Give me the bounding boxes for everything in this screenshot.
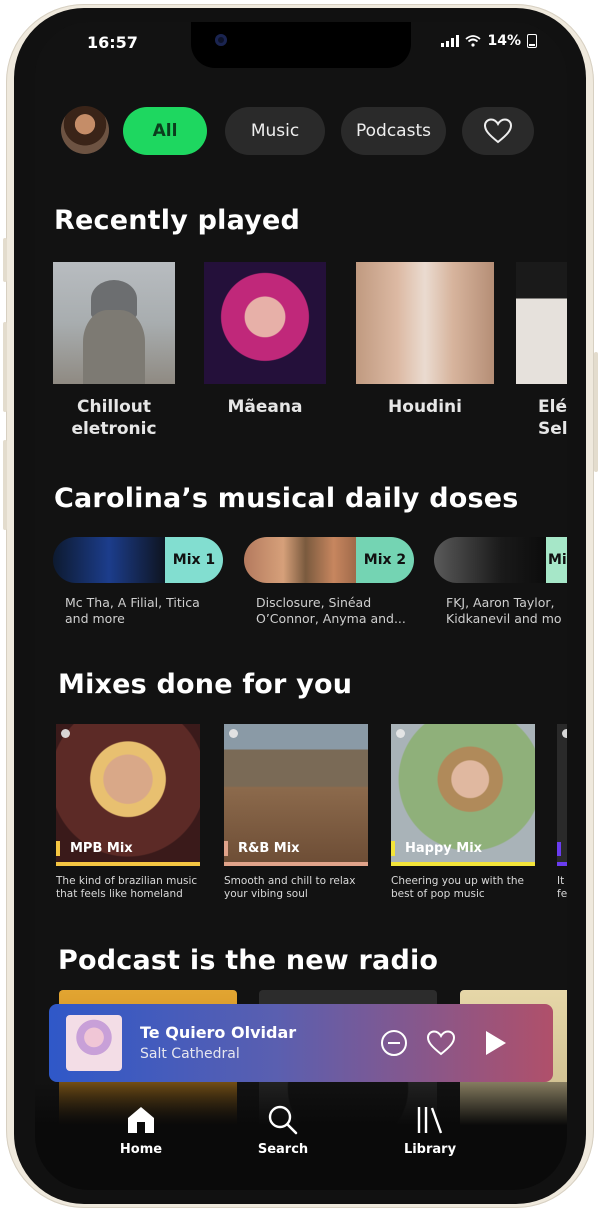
section-title-recently-played: Recently played (54, 205, 301, 236)
search-icon (268, 1105, 298, 1135)
dose-tag: Mix 2 (356, 537, 414, 583)
filter-chip-podcasts[interactable]: Podcasts (341, 107, 446, 155)
filter-chip-label: Podcasts (356, 121, 431, 141)
album-art (356, 262, 494, 384)
mix-art (557, 724, 567, 862)
play-icon (486, 1031, 506, 1055)
daily-dose-card[interactable]: Mi FKJ, Aaron Taylor, Kidkanevil and mo (434, 537, 567, 627)
mix-description: It fe (557, 875, 567, 900)
filter-chip-all[interactable]: All (123, 107, 207, 155)
section-title-mixes: Mixes done for you (58, 669, 353, 700)
recent-card-label: Mãeana (227, 397, 303, 417)
filter-chip-label: All (152, 121, 178, 141)
dose-photo (434, 537, 546, 583)
spotify-icon (61, 729, 70, 738)
library-icon (417, 1107, 443, 1134)
avatar[interactable] (61, 106, 109, 154)
side-button (3, 440, 7, 530)
dose-description: Mc Tha, A Filial, Titica and more (65, 595, 200, 626)
tab-label: Home (119, 1142, 163, 1157)
heart-icon (426, 1030, 456, 1056)
status-time: 16:57 (87, 33, 138, 52)
remove-button[interactable] (378, 1027, 410, 1059)
recent-card[interactable]: Houdini (356, 262, 494, 418)
tab-home[interactable]: Home (96, 1102, 186, 1157)
dose-photo (53, 537, 165, 583)
wifi-icon (465, 35, 482, 47)
tab-library[interactable]: Library (385, 1102, 475, 1157)
side-button (3, 238, 7, 282)
dose-description: Disclosure, Sinéad O’Connor, Anyma and..… (256, 595, 406, 626)
section-title-podcasts: Podcast is the new radio (58, 945, 439, 976)
battery-icon (527, 34, 537, 48)
daily-dose-card[interactable]: Mix 1 Mc Tha, A Filial, Titica and more (53, 537, 223, 627)
tab-label: Library (403, 1142, 457, 1157)
side-button (3, 322, 7, 412)
dose-description: FKJ, Aaron Taylor, Kidkanevil and mo (446, 595, 562, 626)
daily-dose-pill: Mix 2 (244, 537, 414, 583)
now-playing-art (66, 1015, 122, 1071)
mix-color-bar (391, 862, 535, 866)
album-art (53, 262, 175, 384)
spotify-icon (229, 729, 238, 738)
notch (191, 22, 411, 68)
daily-dose-pill: Mi (434, 537, 567, 583)
album-art (204, 262, 326, 384)
dose-tag: Mi (546, 537, 567, 583)
filter-chip-label: Music (250, 121, 300, 141)
like-button[interactable] (425, 1027, 457, 1059)
mix-color-bar (557, 862, 567, 866)
spotify-icon (396, 729, 405, 738)
mix-label: R&B Mix (224, 841, 300, 856)
dose-photo (244, 537, 356, 583)
recent-card-label: Elé Selv (538, 397, 567, 439)
spotify-icon (562, 729, 567, 738)
mix-art: MPB Mix (56, 724, 200, 862)
recent-card[interactable]: Chillout eletronic (53, 262, 175, 440)
side-button (594, 352, 598, 472)
mix-label: MPB Mix (56, 841, 133, 856)
home-icon (128, 1107, 154, 1133)
mix-color-bar (56, 862, 200, 866)
filter-bar (61, 106, 109, 154)
mix-card[interactable]: Happy Mix Cheering you up with the best … (391, 724, 535, 901)
mix-art: R&B Mix (224, 724, 368, 862)
mix-label (557, 842, 567, 856)
tab-label: Search (257, 1142, 309, 1157)
recent-card-label: Houdini (388, 397, 462, 417)
now-playing-artist: Salt Cathedral (140, 1046, 240, 1062)
mix-card[interactable]: R&B Mix Smooth and chill to relax your v… (224, 724, 368, 901)
mix-description: The kind of brazilian music that feels l… (56, 875, 198, 900)
recent-card-label: Chillout eletronic (71, 397, 157, 439)
recent-card[interactable]: Mãeana (204, 262, 326, 418)
now-playing-bar[interactable]: Te Quiero Olvidar Salt Cathedral (49, 1004, 553, 1082)
minus-circle-icon (381, 1030, 407, 1056)
filter-chip-liked[interactable] (462, 107, 534, 155)
camera-icon (215, 34, 227, 46)
mix-label: Happy Mix (391, 841, 482, 856)
recent-card[interactable]: Elé Selv (516, 262, 567, 440)
now-playing-title: Te Quiero Olvidar (140, 1023, 297, 1042)
mix-color-bar (224, 862, 368, 866)
screen: 16:57 14% All Music Podcasts Recently pl… (35, 22, 567, 1190)
dose-tag: Mix 1 (165, 537, 223, 583)
section-title-daily-doses: Carolina’s musical daily doses (54, 483, 519, 514)
mix-description: Smooth and chill to relax your vibing so… (224, 875, 356, 900)
tab-search[interactable]: Search (238, 1102, 328, 1157)
signal-icon (441, 35, 460, 47)
mix-description: Cheering you up with the best of pop mus… (391, 875, 524, 900)
album-art (516, 262, 567, 384)
mix-card[interactable]: It fe (557, 724, 567, 901)
mix-card[interactable]: MPB Mix The kind of brazilian music that… (56, 724, 200, 901)
daily-dose-pill: Mix 1 (53, 537, 223, 583)
play-button[interactable] (479, 1027, 511, 1059)
battery-percent: 14% (487, 33, 521, 49)
daily-dose-card[interactable]: Mix 2 Disclosure, Sinéad O’Connor, Anyma… (244, 537, 414, 627)
filter-chip-music[interactable]: Music (225, 107, 325, 155)
heart-icon (483, 118, 513, 144)
mix-art: Happy Mix (391, 724, 535, 862)
tab-bar: Home Search Library (35, 1082, 567, 1190)
status-icons: 14% (441, 33, 537, 49)
